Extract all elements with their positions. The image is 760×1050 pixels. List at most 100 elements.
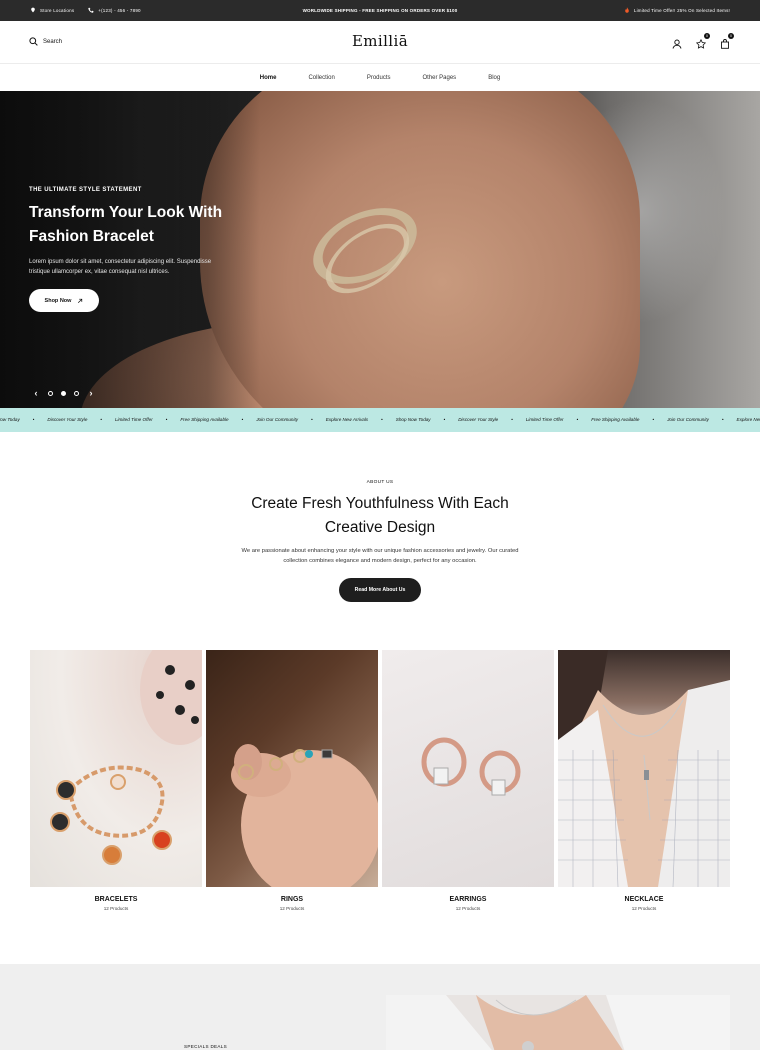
nav-home[interactable]: Home <box>260 75 277 81</box>
read-more-button[interactable]: Read More About Us <box>339 578 421 602</box>
bullet-icon: • <box>241 417 244 422</box>
category-image-necklace[interactable] <box>558 650 730 887</box>
hero-title: Transform Your Look With Fashion Bracele… <box>29 204 223 245</box>
wishlist-button[interactable]: 0 <box>695 33 710 49</box>
marquee-text: Explore New Arrivals <box>325 417 369 422</box>
nav-blog[interactable]: Blog <box>488 75 500 81</box>
marquee-item: Limited Time Offer • <box>115 417 180 422</box>
shop-now-label: Shop Now <box>44 297 72 304</box>
slider-controls: ‹ › <box>32 388 95 398</box>
marquee-item: hop Now Today • <box>0 417 47 422</box>
slider-dot-3[interactable] <box>74 390 79 396</box>
category-image-bracelets[interactable] <box>30 650 202 887</box>
cart-button[interactable]: 0 <box>720 33 734 49</box>
category-name[interactable]: NECKLACE <box>558 896 730 903</box>
account-button[interactable] <box>672 36 682 49</box>
specials-eyebrow: SPECIALS DEALS <box>184 1044 228 1049</box>
hero-eyebrow: THE ULTIMATE STYLE STATEMENT <box>29 187 142 193</box>
bullet-icon: • <box>311 417 313 422</box>
rings-photo <box>231 744 378 887</box>
bullet-icon: • <box>511 417 513 422</box>
marquee-item: Shop Now Today • <box>396 417 458 422</box>
category-name[interactable]: RINGS <box>206 896 378 903</box>
category-card-rings[interactable]: RINGS 12 Products <box>206 650 378 911</box>
marquee-item: Discover Your Style • <box>458 417 526 422</box>
site-logo[interactable]: Emilliā <box>0 32 760 50</box>
category-count: 12 Products <box>103 906 129 911</box>
hero-description: Lorem ipsum dolor sit amet, consectetur … <box>29 259 212 275</box>
about-title: Create Fresh Youthfulness With Each Crea… <box>251 495 509 536</box>
star-icon <box>695 38 707 49</box>
bullet-icon: • <box>165 417 168 422</box>
marquee-item: Join Our Community • <box>256 417 325 422</box>
fire-icon <box>625 7 629 13</box>
user-icon <box>672 39 682 49</box>
hero-slider: THE ULTIMATE STYLE STATEMENT Transform Y… <box>0 91 760 408</box>
marquee-text: hop Now Today <box>0 417 20 422</box>
category-name[interactable]: EARRINGS <box>382 896 554 903</box>
shopping-bag-icon <box>721 39 729 49</box>
nav-collection[interactable]: Collection <box>308 75 334 81</box>
category-image-rings[interactable] <box>206 650 378 887</box>
marquee-item: Join Our Community • <box>667 417 736 422</box>
specials-section: SPECIALS DEALS <box>0 964 760 1050</box>
bullet-icon: • <box>576 417 579 422</box>
marquee-item: Free Shipping Available • <box>180 417 256 422</box>
bracelet-photo <box>50 650 202 865</box>
marquee-item: Explore New Arrivals• <box>737 417 760 422</box>
category-name[interactable]: BRACELETS <box>30 896 202 903</box>
marquee-track: hop Now Today•Discover Your Style•Limite… <box>0 417 760 422</box>
site-header: Search Emilliā 0 0 <box>0 21 760 64</box>
category-card-bracelets[interactable]: BRACELETS 12 Products <box>30 650 202 911</box>
marquee-text: Discover Your Style <box>458 417 499 422</box>
marquee-item: Explore New Arrivals • <box>326 417 396 422</box>
bullet-icon: • <box>100 417 102 422</box>
marquee-text: Free Shipping Available <box>591 417 640 422</box>
slider-next-arrow-icon[interactable]: › <box>87 388 95 398</box>
marquee-text: Limited Time Offer <box>114 417 153 422</box>
marquee-text: Shop Now Today <box>395 417 431 422</box>
about-section: ABOUT US Create Fresh Youthfulness With … <box>0 432 760 650</box>
slider-dot-1[interactable] <box>48 390 53 396</box>
marquee-text: Join Our Community <box>256 417 299 422</box>
bullet-icon: • <box>443 417 446 422</box>
slider-dot-2[interactable] <box>61 390 66 396</box>
category-count: 12 Products <box>631 906 657 911</box>
specials-photo <box>386 995 730 1050</box>
shop-now-button[interactable]: Shop Now <box>29 289 99 312</box>
marquee-item: Discover Your Style • <box>47 417 115 422</box>
category-card-earrings[interactable]: EARRINGS 12 Products <box>382 650 554 911</box>
necklace-photo <box>558 650 730 887</box>
hero-image-arm <box>200 91 640 408</box>
marquee-text: Explore New Arrivals <box>736 417 760 422</box>
nav-other-pages[interactable]: Other Pages <box>423 75 457 81</box>
category-count: 12 Products <box>455 906 481 911</box>
category-image-earrings[interactable] <box>382 650 554 887</box>
bullet-icon: • <box>652 417 655 422</box>
wishlist-count-badge: 0 <box>704 33 710 39</box>
earrings-photo <box>421 737 521 796</box>
offer-text: Limited Time Offer! 25% On Selected Item… <box>633 7 730 13</box>
slider-prev-arrow-icon[interactable]: ‹ <box>32 388 40 398</box>
promo-marquee: hop Now Today•Discover Your Style•Limite… <box>0 408 760 432</box>
cart-count-badge: 0 <box>728 33 734 39</box>
hero-content: THE ULTIMATE STYLE STATEMENT Transform Y… <box>29 187 239 277</box>
marquee-text: Free Shipping Available <box>180 417 229 422</box>
marquee-item: Free Shipping Available • <box>591 417 667 422</box>
marquee-text: Limited Time Offer <box>525 417 564 422</box>
marquee-item: Limited Time Offer • <box>526 417 591 422</box>
category-card-necklace[interactable]: NECKLACE 12 Products <box>558 650 730 911</box>
category-count: 12 Products <box>279 906 305 911</box>
marquee-text: Join Our Community <box>667 417 709 422</box>
bullet-icon: • <box>721 417 724 422</box>
about-description: We are passionate about enhancing your s… <box>241 548 519 564</box>
main-nav: Home Collection Products Other Pages Blo… <box>0 64 760 91</box>
bullet-icon: • <box>32 417 35 422</box>
specials-image <box>386 995 730 1050</box>
bullet-icon: • <box>381 417 383 422</box>
arrow-up-right-icon <box>78 298 83 303</box>
marquee-text: Discover Your Style <box>47 417 88 422</box>
announcement-bar: Store Locations +(123) - 456 - 7890 WORL… <box>0 0 760 21</box>
about-eyebrow: ABOUT US <box>366 480 394 485</box>
nav-products[interactable]: Products <box>367 75 391 81</box>
